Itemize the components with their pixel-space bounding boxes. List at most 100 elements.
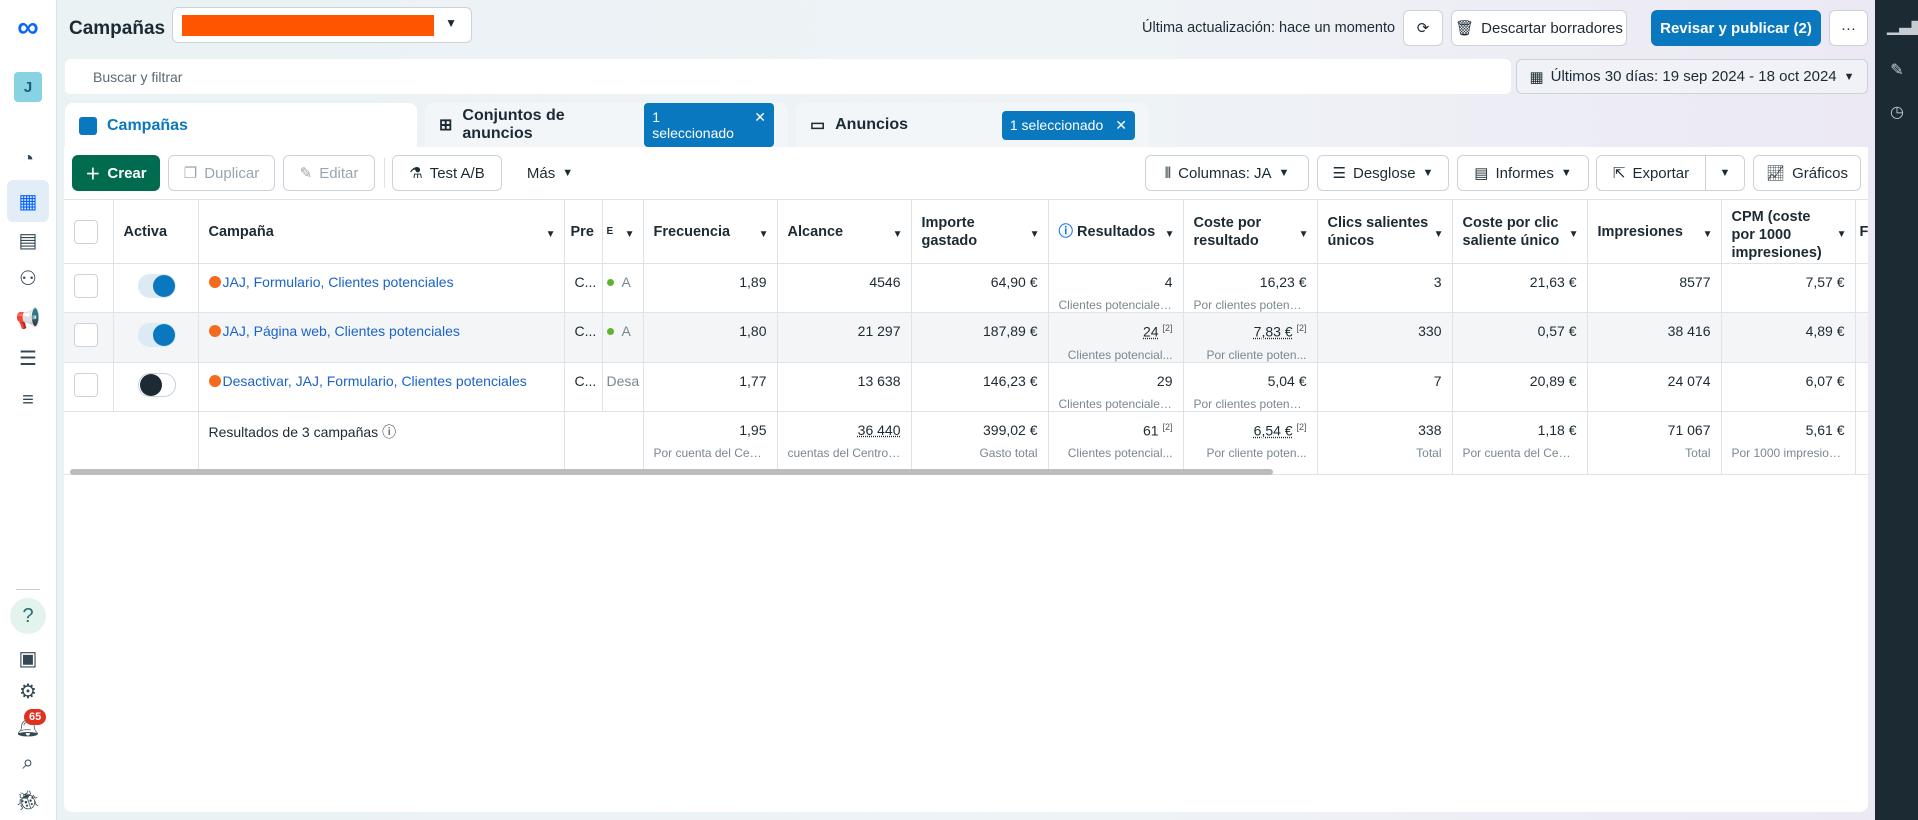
table-row[interactable]: JAJ, Página web, Clientes potenciales C..… <box>64 312 1868 363</box>
info-icon[interactable]: ⓘ <box>382 424 396 440</box>
sort-caret-icon[interactable]: ▼ <box>1165 226 1175 244</box>
close-icon[interactable]: ✕ <box>754 109 766 141</box>
header-frequency[interactable]: Frecuencia ▼ <box>643 199 778 264</box>
export-options-dropdown[interactable]: ▼ <box>1705 155 1745 191</box>
info-icon[interactable]: ⓘ <box>1059 224 1074 240</box>
value: 61 <box>1143 422 1159 439</box>
horizontal-scrollbar[interactable] <box>70 469 1273 475</box>
header-label: CPM (coste por 1000 impresiones) <box>1731 209 1822 261</box>
pencil-icon[interactable]: ✎ <box>1887 60 1907 80</box>
search-input[interactable]: Buscar y filtrar <box>65 59 1511 94</box>
sort-caret-icon[interactable]: ▼ <box>1299 226 1309 244</box>
tab-ad-sets[interactable]: ⊞ Conjuntos de anuncios 1 seleccionado ✕ <box>425 103 788 147</box>
row-checkbox[interactable] <box>74 274 98 298</box>
refresh-button[interactable]: ⟳ <box>1403 10 1443 46</box>
edit-button[interactable]: ✎ Editar <box>283 155 375 191</box>
campaign-name-link[interactable]: JAJ, Formulario, Clientes potenciales <box>223 274 454 290</box>
header-cost-per-result[interactable]: Coste por resultado ▼ <box>1183 199 1318 264</box>
value: 5,61 € <box>1805 421 1845 438</box>
menu-icon[interactable]: ≡ <box>10 382 46 418</box>
selection-chip[interactable]: 1 seleccionado ✕ <box>644 103 774 147</box>
date-range-button[interactable]: ▦ Últimos 30 días: 19 sep 2024 - 18 oct 2… <box>1516 59 1868 94</box>
bug-report-icon[interactable]: 🐞︎ <box>10 782 46 818</box>
more-dropdown[interactable]: Más ▼ <box>515 155 585 191</box>
select-all-checkbox[interactable] <box>74 219 98 244</box>
tab-ads[interactable]: ▭ Anuncios 1 seleccionado ✕ <box>796 103 1149 147</box>
header-impressions[interactable]: Impresiones ▼ <box>1587 199 1722 264</box>
clock-icon[interactable]: ◷ <box>1887 102 1907 122</box>
sort-caret-icon[interactable]: ▼ <box>625 226 635 244</box>
reports-dropdown[interactable]: ▤ Informes ▼ <box>1457 155 1589 191</box>
header-label: Coste por resultado <box>1193 214 1262 249</box>
delivery-status: A <box>621 274 631 290</box>
header-amount-spent[interactable]: Importe gastado ▼ <box>911 199 1049 264</box>
breakdown-dropdown[interactable]: ☰ Desglose ▼ <box>1317 155 1449 191</box>
avatar[interactable]: J <box>14 72 42 102</box>
row-checkbox[interactable] <box>74 372 98 397</box>
sort-caret-icon[interactable]: ▼ <box>1569 226 1579 244</box>
sub-label: Clientes potencial... <box>1067 446 1173 461</box>
audiences-icon[interactable]: ⚇ <box>10 260 46 296</box>
bar-chart-icon[interactable]: ▁▃▆ <box>1887 16 1918 36</box>
chip-label: 1 seleccionado <box>1009 116 1104 133</box>
header-campaign[interactable]: Campaña ▼ <box>198 199 565 264</box>
news-icon[interactable]: ▣ <box>10 640 46 676</box>
columns-dropdown[interactable]: ⦀ Columnas: JA ▼ <box>1145 155 1309 191</box>
sort-caret-icon[interactable]: ▼ <box>1030 226 1040 244</box>
campaigns-table-icon[interactable]: ▦ <box>7 180 49 222</box>
duplicate-button[interactable]: ❐ Duplicar <box>168 155 275 191</box>
campaign-name-link[interactable]: JAJ, Página web, Clientes potenciales <box>223 323 460 339</box>
create-button[interactable]: ＋ Crear <box>72 155 160 191</box>
header-cost-per-unique-click[interactable]: Coste por clic saliente único ▼ <box>1452 199 1588 264</box>
meta-logo-icon[interactable]: ∞ <box>10 10 46 46</box>
settings-gear-icon[interactable]: ⚙ <box>10 673 46 709</box>
active-toggle[interactable] <box>137 372 176 397</box>
megaphone-icon[interactable]: 📢 <box>10 300 46 336</box>
row-checkbox[interactable] <box>74 323 98 347</box>
database-icon[interactable]: ☰ <box>10 340 46 376</box>
account-selector[interactable]: ▼ <box>172 7 472 43</box>
sort-caret-icon[interactable]: ▼ <box>759 226 769 244</box>
pre-cell: C... <box>564 312 603 363</box>
note: [2] <box>1296 323 1307 333</box>
export-button[interactable]: ⇱ Exportar <box>1596 155 1706 191</box>
more-options-button[interactable]: ··· <box>1829 10 1868 46</box>
reach-total: 36 440 cuentas del Centro ... <box>777 411 912 475</box>
tab-campaigns[interactable]: Campañas <box>65 103 417 149</box>
sort-caret-icon[interactable]: ▼ <box>1434 226 1444 244</box>
reports-icon: ▤ <box>1474 165 1489 182</box>
ab-test-button[interactable]: ⚗ Test A/B <box>392 155 502 191</box>
sort-caret-icon[interactable]: ▼ <box>893 226 903 244</box>
sort-caret-icon[interactable]: ▼ <box>1837 226 1847 244</box>
header-cpm[interactable]: CPM (coste por 1000 impresiones) ▼ <box>1721 199 1856 264</box>
sub-label: Por 1000 impresiones <box>1731 445 1845 460</box>
active-toggle[interactable] <box>137 323 176 347</box>
header-pre[interactable]: Pre <box>564 199 603 264</box>
selection-chip[interactable]: 1 seleccionado ✕ <box>1001 110 1135 140</box>
review-publish-button[interactable]: Revisar y publicar (2) <box>1651 10 1821 46</box>
charts-button[interactable]: 📈︎ Gráficos <box>1753 155 1861 191</box>
header-active[interactable]: Activa <box>113 199 199 264</box>
table-row[interactable]: JAJ, Formulario, Clientes potenciales C..… <box>64 263 1868 313</box>
sort-caret-icon[interactable]: ▼ <box>1703 226 1713 244</box>
active-toggle[interactable] <box>137 274 176 298</box>
help-icon[interactable]: ? <box>10 598 46 634</box>
line-chart-icon: 📈︎ <box>1766 165 1786 182</box>
header-results[interactable]: ⓘ Resultados ▼ <box>1048 199 1184 264</box>
more-label: Más <box>526 164 556 182</box>
discard-drafts-button[interactable]: 🗑︎ Descartar borradores <box>1451 10 1627 46</box>
header-delivery[interactable]: E ▼ <box>602 199 644 264</box>
trash-icon: 🗑︎ <box>1455 20 1475 37</box>
search-icon[interactable]: ⌕ <box>10 745 46 781</box>
header-reach[interactable]: Alcance ▼ <box>777 199 912 264</box>
close-icon[interactable]: ✕ <box>1115 117 1127 134</box>
dashboard-gauge-icon[interactable]: ◔ <box>10 141 46 177</box>
sort-caret-icon[interactable]: ▼ <box>546 226 556 244</box>
tab-label: Conjuntos de anuncios <box>462 107 565 142</box>
header-unique-outbound-clicks[interactable]: Clics salientes únicos ▼ <box>1317 199 1453 264</box>
value: 6,54 € <box>1253 422 1293 439</box>
pages-icon[interactable]: ▤ <box>10 222 46 258</box>
campaign-name-link[interactable]: Desactivar, JAJ, Formulario, Clientes po… <box>223 373 527 389</box>
table-row[interactable]: Desactivar, JAJ, Formulario, Clientes po… <box>64 362 1868 412</box>
value: 338 <box>1418 421 1442 438</box>
